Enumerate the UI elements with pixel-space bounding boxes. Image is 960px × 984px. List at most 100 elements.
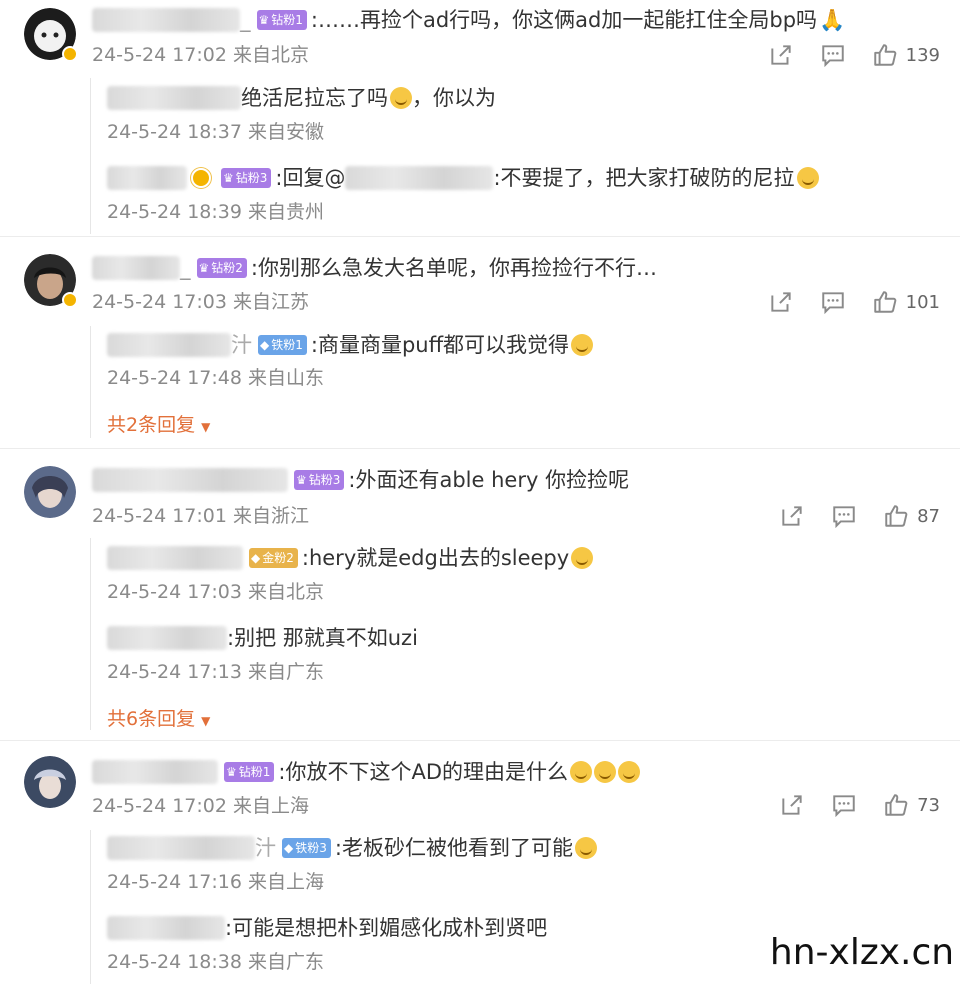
crown-icon: ♛ (226, 765, 237, 779)
emoji-icon (571, 547, 594, 569)
reply-meta: 24-5-24 17:48 来自山东 (107, 367, 324, 389)
fan-badge: ♛ 钻粉2 (196, 258, 247, 278)
share-button[interactable] (768, 42, 794, 68)
emoji-icon (796, 167, 819, 189)
fan-badge-label: 钻粉1 (238, 765, 271, 779)
reply-text: :商量商量puff都可以我觉得 (310, 333, 570, 357)
mention-blurred[interactable] (345, 166, 494, 190)
avatar-image (24, 756, 76, 808)
emoji-icon (390, 87, 412, 109)
emoji-icon (574, 837, 597, 859)
verified-badge-icon (62, 46, 78, 62)
reply-text: :别把 那就真不如uzi (227, 626, 418, 650)
fan-badge: ♛ 钻粉3 (294, 470, 345, 490)
fan-badge: ◆ 铁粉3 (282, 838, 331, 858)
comment-text: :你放不下这个AD的理由是什么 (278, 760, 569, 784)
share-icon (779, 792, 805, 818)
username-blurred[interactable] (107, 916, 225, 940)
username-blurred[interactable] (92, 8, 240, 32)
reply-button[interactable] (820, 42, 846, 68)
username-blurred[interactable] (107, 166, 187, 190)
share-icon (768, 289, 794, 315)
crown-icon: ♛ (296, 473, 307, 487)
username-blurred[interactable] (92, 468, 288, 492)
like-button[interactable]: 139 (872, 42, 940, 68)
like-button[interactable]: 101 (872, 289, 940, 315)
username-blurred[interactable] (107, 333, 231, 357)
comment-text: :你别那么急发大名单呢，你再捡捡行不行… (250, 256, 657, 280)
reply-button[interactable] (831, 792, 857, 818)
reply-text-tail: ，你以为 (412, 86, 496, 110)
fan-badge-label: 铁粉1 (271, 338, 303, 352)
avatar[interactable] (24, 756, 76, 808)
comment-text: :外面还有able hery 你捡捡呢 (348, 468, 630, 492)
comment-text: :……再捡个ad行吗，你这俩ad加一起能扛住全局bp吗 (310, 8, 818, 32)
gold-icon: ◆ (251, 551, 261, 565)
more-replies-link[interactable]: 共6条回复 ▼ (107, 704, 210, 731)
username-blurred[interactable] (107, 626, 227, 650)
crown-icon: ♛ (198, 261, 210, 275)
caret-down-icon: ▼ (201, 420, 211, 434)
diamond-icon: ◆ (284, 841, 294, 855)
comment-icon (820, 42, 846, 68)
share-button[interactable] (779, 792, 805, 818)
reply-button[interactable] (831, 503, 857, 529)
like-count: 139 (905, 44, 940, 66)
username-blurred[interactable] (92, 256, 180, 280)
share-button[interactable] (768, 289, 794, 315)
reply-list: 绝活尼拉忘了吗 ，你以为 24-5-24 18:37 来自安徽 ♛ 钻粉3 :回复… (90, 78, 931, 234)
reply-prefix: :回复@ (275, 166, 346, 190)
fan-badge: ◆ 铁粉1 (258, 335, 307, 355)
comment-meta: 24-5-24 17:03 来自江苏 (92, 291, 309, 313)
reply-meta: 24-5-24 17:13 来自广东 (107, 661, 324, 683)
crown-icon: ♛ (258, 13, 270, 27)
reply-text: :可能是想把朴到媚感化成朴到贤吧 (225, 916, 548, 940)
like-icon (872, 42, 898, 68)
divider (0, 740, 960, 741)
more-replies-label: 共2条回复 (107, 414, 196, 436)
emoji-icon (571, 334, 594, 356)
fan-badge-label: 金粉2 (262, 551, 294, 565)
like-button[interactable]: 87 (883, 503, 940, 529)
comment-icon (831, 503, 857, 529)
like-button[interactable]: 73 (883, 792, 940, 818)
caret-down-icon: ▼ (201, 714, 211, 728)
reply-text: 绝活尼拉忘了吗 (241, 86, 388, 110)
like-count: 101 (905, 291, 940, 313)
reply-meta: 24-5-24 18:39 来自贵州 (107, 201, 324, 223)
share-icon (768, 42, 794, 68)
fan-badge: ◆ 金粉2 (249, 548, 298, 568)
reply-list: ◆ 金粉2 :hery就是edg出去的sleepy 24-5-24 17:03 来… (90, 538, 931, 730)
emoji-icon (594, 761, 617, 783)
emoji-icon (570, 761, 593, 783)
reply-list: 汁 ◆ 铁粉1 :商量商量puff都可以我觉得 24-5-24 17:48 来自山… (90, 326, 931, 438)
avatar[interactable] (24, 254, 78, 308)
more-replies-link[interactable]: 共2条回复 ▼ (107, 410, 210, 437)
share-button[interactable] (779, 503, 805, 529)
username-blurred[interactable] (107, 836, 255, 860)
comment-meta: 24-5-24 17:02 来自北京 (92, 44, 309, 66)
share-icon (779, 503, 805, 529)
reply-text: :不要提了，把大家打破防的尼拉 (493, 166, 795, 190)
like-icon (883, 792, 909, 818)
watermark: hn-xlzx.cn (764, 920, 960, 984)
username-blurred[interactable] (92, 760, 218, 784)
fan-badge-label: 钻粉1 (271, 13, 303, 27)
verified-icon (191, 168, 211, 188)
reply-button[interactable] (820, 289, 846, 315)
fan-badge-label: 钻粉3 (308, 473, 341, 487)
comment-meta: 24-5-24 17:02 来自上海 (92, 795, 309, 817)
username-blurred[interactable] (107, 546, 243, 570)
fan-badge-label: 钻粉2 (211, 261, 243, 275)
diamond-icon: ◆ (260, 338, 270, 352)
avatar[interactable] (24, 466, 76, 518)
reply-meta: 24-5-24 18:38 来自广东 (107, 951, 324, 973)
avatar[interactable] (24, 8, 78, 62)
reply-meta: 24-5-24 18:37 来自安徽 (107, 121, 324, 143)
fan-badge-label: 钻粉3 (235, 171, 268, 185)
username-blurred[interactable] (107, 86, 241, 110)
pray-emoji-icon: 🙏 (819, 8, 846, 32)
like-count: 73 (917, 794, 940, 816)
reply-text: :hery就是edg出去的sleepy (301, 546, 570, 570)
comment-meta: 24-5-24 17:01 来自浙江 (92, 505, 309, 527)
